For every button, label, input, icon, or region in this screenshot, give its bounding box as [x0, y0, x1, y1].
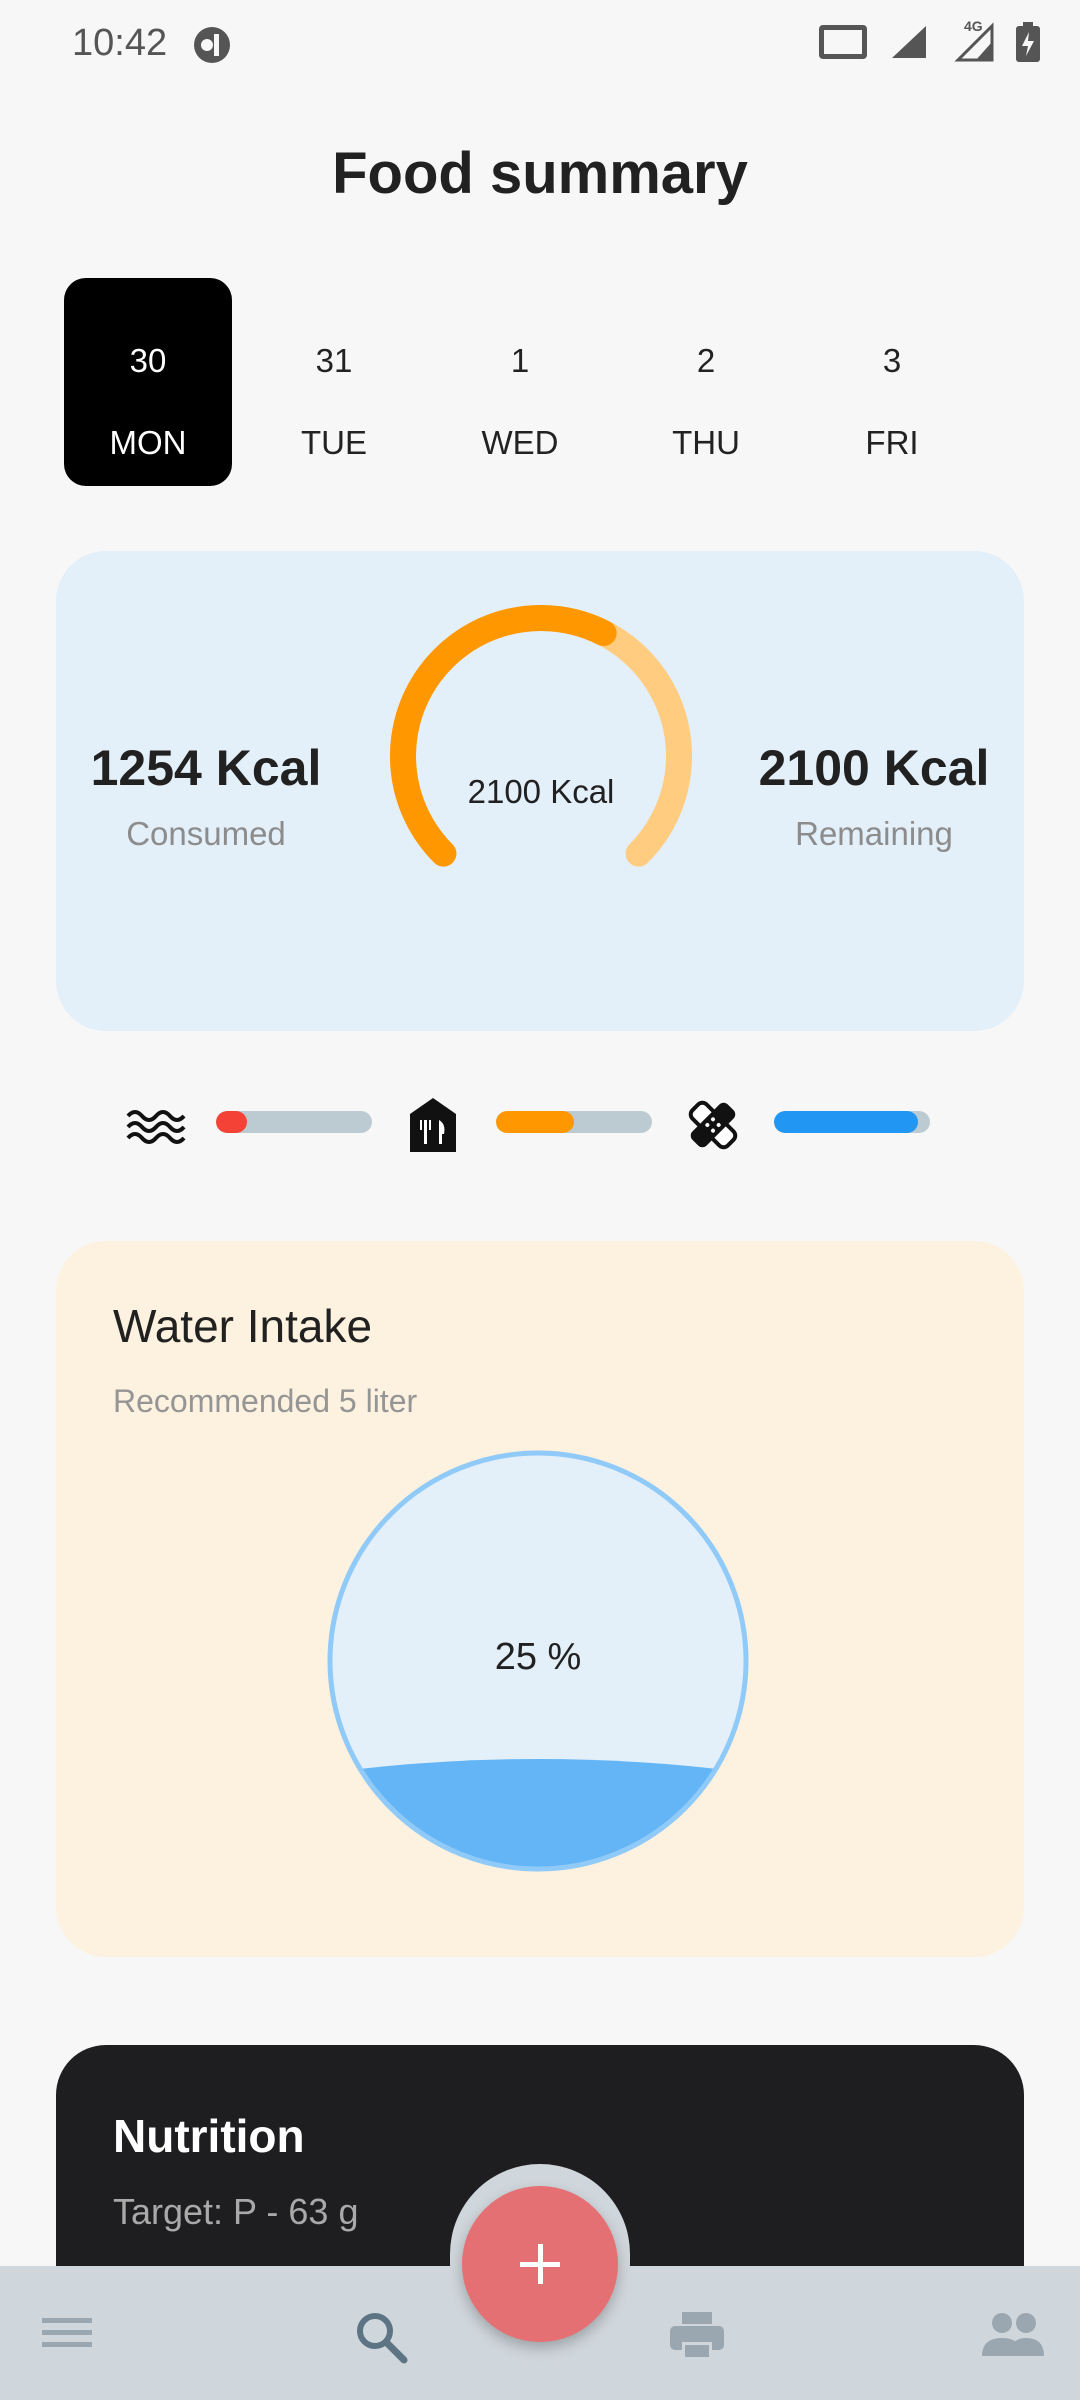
- people-icon[interactable]: [980, 2310, 1046, 2360]
- macros-row: [0, 1090, 1080, 1160]
- print-icon[interactable]: [668, 2310, 726, 2362]
- day-name: MON: [109, 424, 187, 461]
- day-name: THU: [672, 424, 740, 461]
- bandage-icon: [688, 1100, 738, 1150]
- calories-card: 1254 Kcal Consumed 2100 Kcal 2100 Kcal R…: [56, 551, 1024, 1031]
- add-icon: [520, 2244, 560, 2284]
- remaining-value: 2100 Kcal: [758, 740, 990, 796]
- network-type-label: 4G: [964, 18, 983, 34]
- volte-icon: [819, 25, 867, 59]
- water-subtitle: Recommended 5 liter: [113, 1383, 418, 1419]
- restaurant-icon: [410, 1098, 456, 1152]
- day-name: FRI: [865, 424, 919, 461]
- macro-bar-fill: [216, 1111, 248, 1133]
- add-button[interactable]: [462, 2186, 618, 2342]
- battery-charging-icon: [1016, 22, 1040, 62]
- day-number: 1: [510, 342, 530, 379]
- nutrition-target: Target: P - 63 g: [113, 2191, 359, 2232]
- water-percent: 25 %: [494, 1636, 582, 1678]
- day-item-wed[interactable]: 1 WED: [436, 278, 604, 486]
- search-icon[interactable]: [354, 2310, 410, 2366]
- day-name: TUE: [301, 424, 367, 461]
- day-item-tue[interactable]: 31 TUE: [250, 278, 418, 486]
- calorie-gauge: [390, 605, 692, 867]
- status-bar: 10:42 4G: [0, 0, 1080, 90]
- page-title: Food summary: [332, 141, 748, 206]
- remaining-block: 2100 Kcal Remaining: [724, 739, 1024, 853]
- water-title: Water Intake: [113, 1300, 373, 1352]
- calorie-goal: 2100 Kcal: [467, 773, 615, 810]
- mobile-data-indicator: 4G: [950, 18, 994, 62]
- day-number: 3: [882, 342, 902, 379]
- status-icons: 4G: [818, 18, 1040, 62]
- status-time: 10:42: [72, 22, 168, 64]
- macro-bar-1: [216, 1111, 372, 1133]
- macro-bar-2: [496, 1111, 652, 1133]
- signal-icon: [892, 26, 926, 58]
- macro-bar-fill: [496, 1111, 574, 1133]
- day-number: 2: [696, 342, 716, 379]
- consumed-label: Consumed: [126, 815, 286, 852]
- consumed-block: 1254 Kcal Consumed: [56, 739, 356, 853]
- remaining-label: Remaining: [795, 815, 953, 852]
- day-selector: 30 MON 31 TUE 1 WED 2 THU 3 FRI: [64, 278, 1016, 486]
- day-number: 31: [315, 342, 353, 379]
- day-name: WED: [481, 424, 559, 461]
- app-notification-icon: [194, 27, 230, 63]
- water-intake-card[interactable]: Water Intake Recommended 5 liter 25 %: [56, 1241, 1024, 1957]
- menu-icon[interactable]: [40, 2310, 94, 2356]
- waves-icon: [126, 1110, 186, 1144]
- day-item-thu[interactable]: 2 THU: [622, 278, 790, 486]
- macro-bar-3: [774, 1111, 930, 1133]
- water-fill: [332, 1759, 744, 1867]
- macro-bar-fill: [774, 1111, 918, 1133]
- day-item-mon[interactable]: 30 MON: [64, 278, 232, 486]
- nutrition-title: Nutrition: [113, 2110, 305, 2162]
- day-item-fri[interactable]: 3 FRI: [808, 278, 976, 486]
- gauge-progress: [390, 605, 617, 867]
- day-number: 30: [129, 342, 167, 379]
- consumed-value: 1254 Kcal: [90, 740, 322, 796]
